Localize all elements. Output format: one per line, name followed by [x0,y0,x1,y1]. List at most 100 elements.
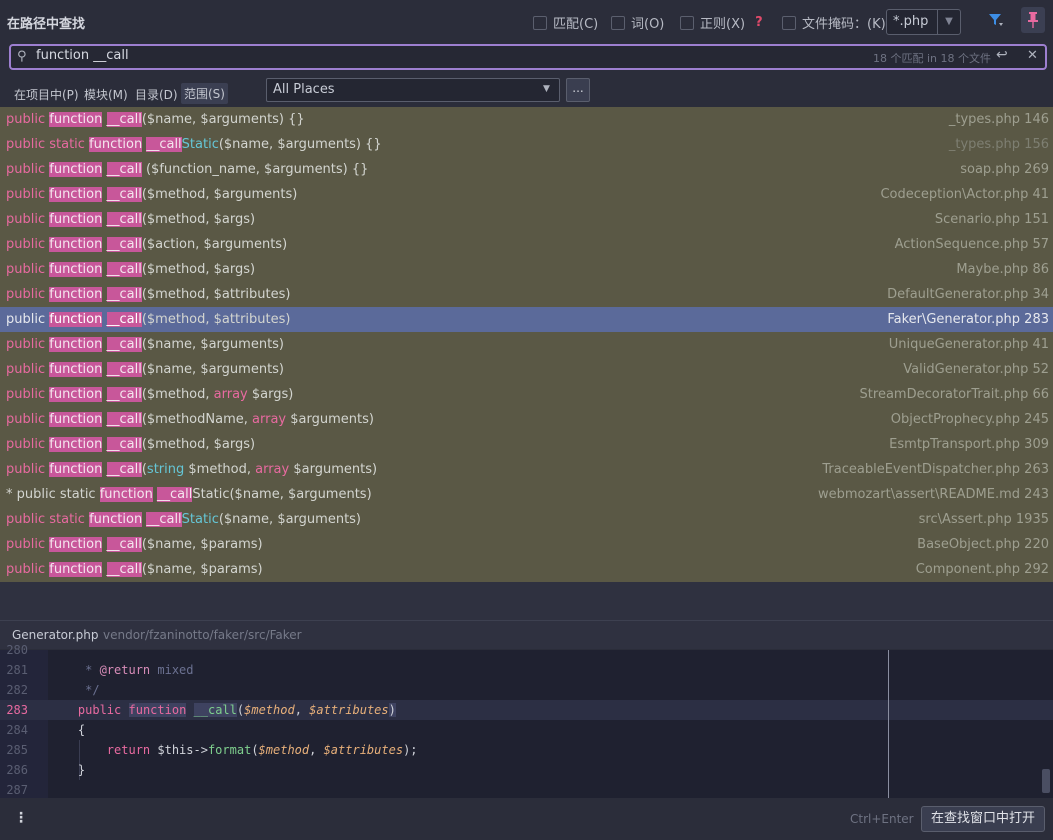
file-mask-checkbox[interactable] [782,15,796,30]
result-row[interactable]: public function __call($name, $arguments… [0,107,1053,132]
code-line: 284 { [0,720,1053,740]
scope-tab-scope[interactable]: 范围(S) [181,83,228,104]
pin-button[interactable] [1021,7,1045,33]
code-keyword: public [77,703,122,717]
result-prefix: public [6,537,50,552]
result-suffix: array [255,462,290,477]
file-mask-label: 文件掩码：(K) [802,17,886,32]
match-case-option[interactable]: 匹配(C) [533,13,598,32]
result-suffix: ($name, $arguments) {} [218,137,382,152]
scope-tab-directory[interactable]: 目录(D) [135,86,178,103]
result-row[interactable]: public function __call($method, $args) Es… [0,432,1053,457]
result-space [102,312,106,327]
result-match: function [49,162,103,177]
scope-tab-module[interactable]: 模块(M) [84,86,128,103]
match-count: 18 个匹配 in 18 个文件 [873,52,992,65]
line-number: 281 [6,663,28,677]
result-row[interactable]: public function __call($action, $argumen… [0,232,1053,257]
search-icon[interactable]: ⚲ [17,49,27,64]
code-line: 287 [0,780,1053,800]
result-space [102,362,106,377]
result-row[interactable]: public function __call ($function_name, … [0,157,1053,182]
result-match: function [49,337,103,352]
result-code: public function __call($method, $attribu… [6,307,290,332]
code-variable: $attributes [323,743,404,757]
places-select[interactable]: All Places ▼ [266,78,560,102]
result-location: webmozart\assert\README.md 243 [817,487,1049,502]
code-function-call: format [207,743,252,757]
result-row[interactable]: public static function __callStatic($nam… [0,507,1053,532]
result-match: function [49,112,103,127]
result-row[interactable]: public function __call($name, $arguments… [0,357,1053,382]
result-match: __call [106,462,142,477]
result-match: function [49,537,103,552]
result-row[interactable]: public function __call($method, array $a… [0,382,1053,407]
result-row[interactable]: public function __call($methodName, arra… [0,407,1053,432]
code-punct: , [309,743,324,757]
regex-label: 正则(X) [700,17,746,32]
results-list: public function __call ($name, $arguments… [0,107,1053,582]
result-row[interactable]: public function __call($name, $params) Co… [0,557,1053,582]
result-suffix: ($action, $arguments) [141,237,288,252]
result-location: TraceableEventDispatcher.php 263 [822,462,1049,477]
chevron-down-icon[interactable]: ▼ [937,10,960,34]
file-mask-select[interactable]: *.php ▼ [886,9,961,35]
code-text: $this-> [150,743,208,757]
result-match: __call [146,512,182,527]
code-preview[interactable]: 280 281 * @return mixed 282 */283 public f… [0,643,1053,800]
result-match: function [49,362,103,377]
result-space [102,262,106,277]
pin-icon [1028,12,1038,28]
result-match: function [89,137,143,152]
result-row[interactable]: public function __call($method, $attribu… [0,282,1053,307]
result-suffix: ($method, $args) [141,437,256,452]
file-mask-option[interactable]: 文件掩码：(K) [782,13,886,32]
line-text: } [49,760,85,780]
regex-checkbox[interactable] [680,15,694,30]
result-row[interactable]: public function __call($method, $attribu… [0,307,1053,332]
result-location: src\Assert.php 1935 [918,512,1049,527]
result-suffix: ($function_name, $arguments) {} [141,162,369,177]
regex-help-icon[interactable]: ? [755,15,763,30]
line-number: 280 [6,643,28,657]
enter-icon[interactable]: ↩ [996,47,1008,63]
result-code: public function __call($methodName, arra… [6,407,374,432]
search-input[interactable]: function __call [36,48,129,63]
result-row[interactable]: * public static function __callStatic($n… [0,482,1053,507]
result-match: function [49,287,103,302]
result-suffix-type: Static [181,512,219,527]
result-row[interactable]: public function __call(string $method, a… [0,457,1053,482]
result-row[interactable]: public function __call($method, $argumen… [0,182,1053,207]
open-in-find-window-button[interactable]: 在查找窗口中打开 [921,806,1045,832]
filter-icon[interactable] [988,12,1004,28]
scrollbar[interactable] [1042,769,1050,793]
result-match: __call [106,562,142,577]
words-option[interactable]: 词(O) [611,13,664,32]
regex-option[interactable]: 正则(X) ? [680,13,763,32]
code-line: 285 return $this->format($method, $attri… [0,740,1053,760]
words-checkbox[interactable] [611,15,625,30]
code-punct: ) [388,703,396,717]
result-row[interactable]: public static function __callStatic($nam… [0,132,1053,157]
result-suffix-type: Static [181,137,219,152]
result-row[interactable]: public function __call($method, $args) Ma… [0,257,1053,282]
line-number: 287 [6,783,28,797]
result-row[interactable]: public function __call($method, $args) Sc… [0,207,1053,232]
result-row[interactable]: public function __call($name, $params) Ba… [0,532,1053,557]
scope-tab-project[interactable]: 在项目中(P) [14,86,79,103]
result-space [102,437,106,452]
result-location: Scenario.php 151 [934,212,1049,227]
close-icon[interactable]: ✕ [1027,48,1038,63]
search-field[interactable]: ⚲ function __call 18 个匹配 in 18 个文件 ↩ ✕ [9,44,1047,70]
result-row[interactable]: public function __call($name, $arguments… [0,332,1053,357]
match-case-checkbox[interactable] [533,15,547,30]
more-scopes-button[interactable]: ... [566,78,590,102]
result-location: Component.php 292 [915,562,1049,577]
result-match: __call [106,287,142,302]
code-keyword: return [49,743,151,757]
result-space [102,562,106,577]
result-code: public function __call($name, $arguments… [6,107,305,132]
more-options-icon[interactable]: ⋮ [14,810,28,826]
result-prefix: public [6,362,50,377]
line-text: return $this->format($method, $attribute… [49,740,418,760]
